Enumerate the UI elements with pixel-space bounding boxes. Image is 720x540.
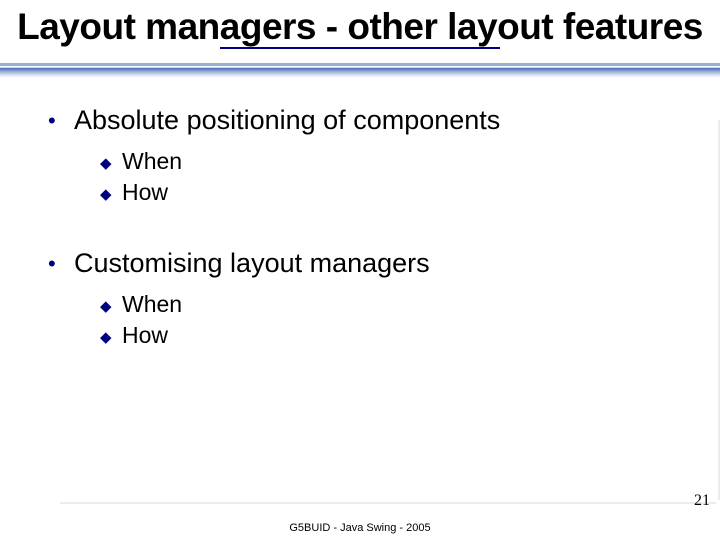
subbullet-text: How: [122, 320, 168, 351]
bullet-level2: ◆ When: [100, 146, 700, 177]
slide-title: Layout managers - other layout features: [12, 6, 708, 49]
bullet-level2: ◆ How: [100, 320, 700, 351]
diamond-icon: ◆: [100, 185, 122, 205]
subbullet-group: ◆ When ◆ How: [100, 289, 700, 351]
diamond-icon: ◆: [100, 297, 122, 317]
subbullet-text: When: [122, 146, 182, 177]
page-number: 21: [694, 492, 710, 510]
bullet-level2: ◆ How: [100, 177, 700, 208]
bullet-level1: • Customising layout managers: [48, 248, 700, 279]
slide: Layout managers - other layout features …: [0, 0, 720, 540]
bullet-text: Customising layout managers: [74, 248, 430, 279]
subbullet-group: ◆ When ◆ How: [100, 146, 700, 208]
subbullet-text: When: [122, 289, 182, 320]
bullet-text: Absolute positioning of components: [74, 105, 500, 136]
diamond-icon: ◆: [100, 154, 122, 174]
header-rule: [0, 63, 720, 77]
decorative-edge: [60, 502, 716, 504]
subbullet-text: How: [122, 177, 168, 208]
bullet-level2: ◆ When: [100, 289, 700, 320]
bullet-dot-icon: •: [48, 110, 74, 132]
bullet-dot-icon: •: [48, 253, 74, 275]
title-block: Layout managers - other layout features: [0, 0, 720, 49]
diamond-icon: ◆: [100, 328, 122, 348]
content-area: • Absolute positioning of components ◆ W…: [0, 77, 720, 351]
bullet-level1: • Absolute positioning of components: [48, 105, 700, 136]
footer-text: G5BUID - Java Swing - 2005: [0, 522, 720, 534]
rule-gradient: [0, 66, 720, 77]
